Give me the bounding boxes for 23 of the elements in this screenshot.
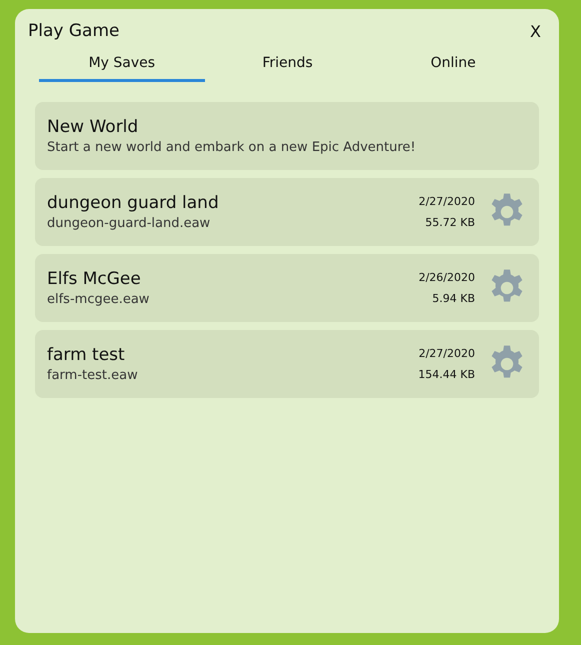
- card-title: New World: [47, 117, 140, 137]
- tab[interactable]: Online: [370, 49, 536, 82]
- save-size: 154.44 KB: [418, 368, 475, 381]
- save-filename: farm-test.eaw: [47, 368, 139, 383]
- tab[interactable]: Friends: [204, 49, 370, 82]
- save-size: 55.72 KB: [425, 216, 475, 229]
- save-size: 5.94 KB: [432, 292, 475, 305]
- save-name: Elfs McGee: [47, 269, 142, 289]
- tab[interactable]: My Saves: [39, 49, 205, 82]
- save-card[interactable]: dungeon guard land dungeon-guard-land.eaw 2/27/2020 55.72 KB: [35, 178, 539, 246]
- card-description: Start a new world and embark on a new Epic Adventure!: [47, 140, 417, 155]
- save-date: 2/27/2020: [418, 347, 475, 360]
- new-world-card[interactable]: New World Start a new world and embark on a new Epic Adventure!: [35, 102, 539, 170]
- close-button[interactable]: X: [528, 22, 543, 40]
- save-name: farm test: [47, 345, 126, 365]
- save-name: dungeon guard land: [47, 193, 220, 213]
- save-filename: dungeon-guard-land.eaw: [47, 216, 212, 231]
- save-card[interactable]: Elfs McGee elfs-mcgee.eaw 2/26/2020 5.94 KB: [35, 254, 539, 322]
- save-filename: elfs-mcgee.eaw: [47, 292, 150, 307]
- save-date: 2/26/2020: [418, 271, 475, 284]
- save-card[interactable]: farm test farm-test.eaw 2/27/2020 154.44 KB: [35, 330, 539, 398]
- save-date: 2/27/2020: [418, 195, 475, 208]
- window-title: Play Game: [28, 21, 120, 41]
